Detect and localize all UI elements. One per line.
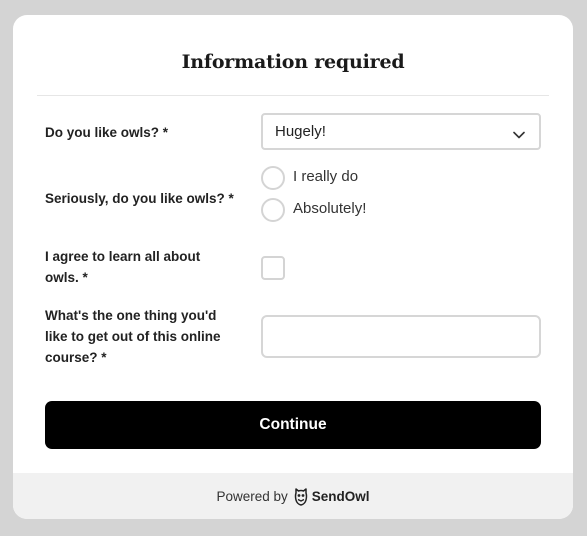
owls-select[interactable]: Hugely!: [261, 113, 541, 150]
owls-select-value: Hugely!: [275, 123, 326, 140]
continue-button[interactable]: Continue: [45, 401, 541, 449]
goal-text-field[interactable]: [261, 315, 541, 358]
title-divider: [37, 95, 549, 96]
modal-title: Information required: [181, 51, 405, 73]
goal-question-label: What's the one thing you'd like to get o…: [45, 308, 221, 365]
seriously-question-label: Seriously, do you like owls? *: [45, 191, 234, 206]
agree-question-label: I agree to learn all about owls. *: [45, 249, 201, 285]
powered-by-text: Powered by: [216, 488, 288, 504]
powered-by-footer: Powered by SendOwl: [13, 473, 573, 519]
information-modal: Information required Do you like owls? *…: [13, 15, 573, 519]
radio-button[interactable]: [261, 198, 285, 222]
owls-question-label: Do you like owls? *: [45, 125, 169, 140]
radio-button[interactable]: [261, 166, 285, 190]
chevron-down-icon: [513, 126, 525, 144]
radio-option-label: I really do: [293, 168, 359, 185]
radio-option-label: Absolutely!: [293, 200, 367, 217]
agree-checkbox[interactable]: [261, 256, 285, 280]
sendowl-brand[interactable]: SendOwl: [312, 489, 370, 504]
owl-logo-icon: [294, 487, 308, 506]
